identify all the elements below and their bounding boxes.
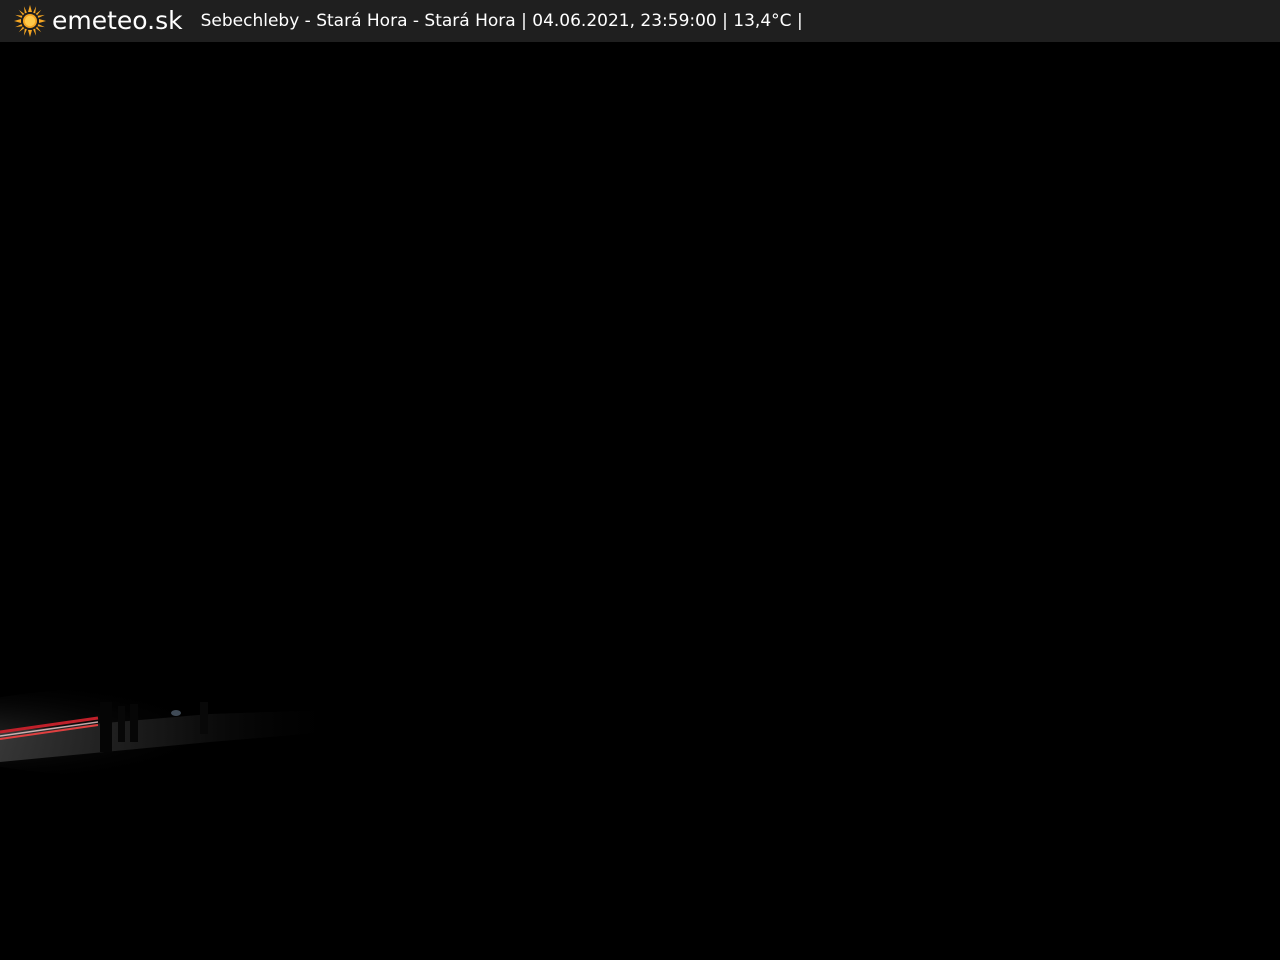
location-name: Sebechleby - Stará Hora - Stará Hora (200, 11, 516, 31)
webcam-caption: Sebechleby - Stará Hora - Stará Hora | 0… (201, 0, 803, 42)
tree-trunk (118, 706, 125, 742)
timestamp: 04.06.2021, 23:59:00 (532, 11, 717, 31)
separator: | (722, 11, 728, 31)
separator: | (796, 11, 803, 31)
tree-trunk (130, 704, 138, 742)
webcam-frame: emeteo.sk Sebechleby - Stará Hora - Star… (0, 0, 1280, 960)
logo[interactable]: emeteo.sk (14, 0, 183, 42)
tree-trunk (200, 702, 208, 734)
temperature: 13,4°C (733, 11, 792, 31)
distant-light (171, 710, 181, 716)
tree-trunk (100, 702, 112, 752)
logo-text: emeteo.sk (52, 6, 183, 35)
header-bar: emeteo.sk Sebechleby - Stará Hora - Star… (0, 0, 1280, 42)
webcam-image (0, 42, 1280, 960)
night-scene-graphic (0, 42, 1280, 960)
separator: | (521, 11, 527, 31)
sun-icon (14, 5, 46, 37)
